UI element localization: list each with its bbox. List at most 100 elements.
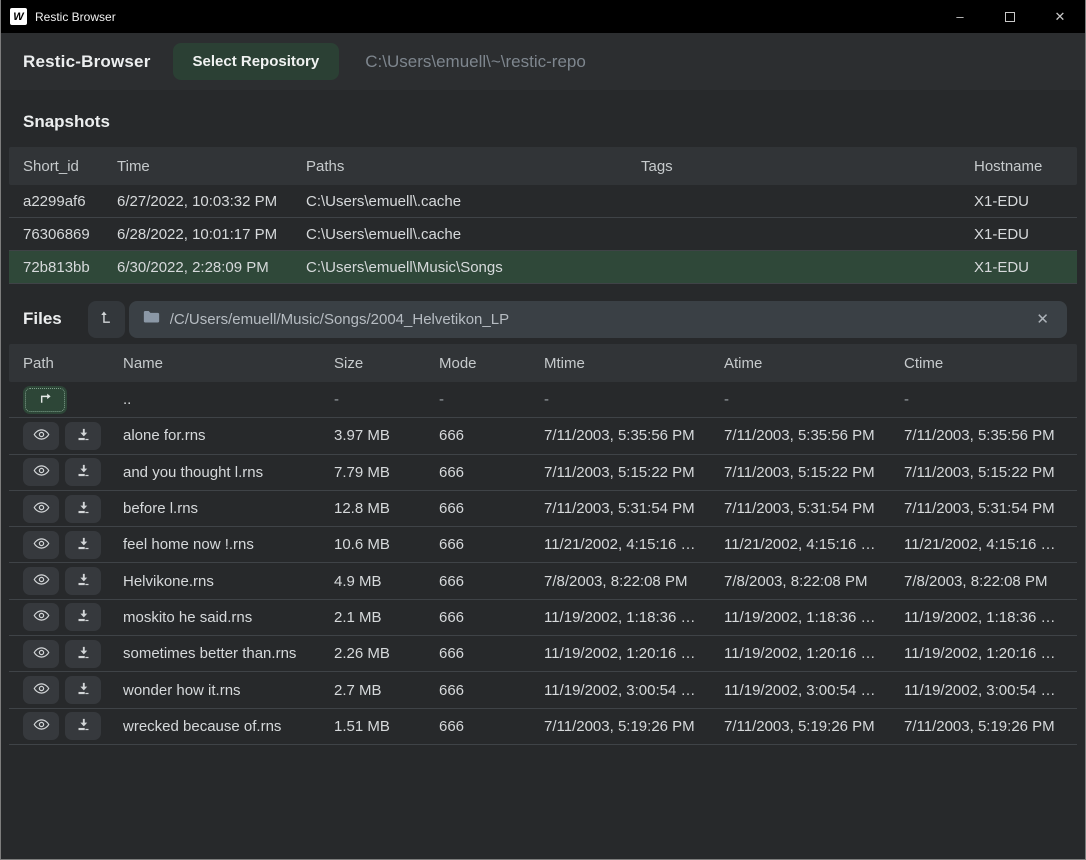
download-icon (76, 536, 91, 554)
repository-path: C:\Users\emuell\~\restic-repo (365, 52, 586, 72)
current-path-text: /C/Users/emuell/Music/Songs/2004_Helveti… (170, 311, 1033, 328)
file-name: sometimes better than.rns (123, 645, 334, 662)
titlebar: W Restic Browser – ✕ (1, 0, 1085, 33)
view-file-button[interactable] (23, 422, 59, 450)
close-button[interactable]: ✕ (1035, 0, 1085, 33)
maximize-button[interactable] (985, 0, 1035, 33)
app-header: Restic-Browser Select Repository C:\User… (1, 33, 1085, 90)
snapshot-hostname: X1-EDU (974, 226, 1077, 243)
download-file-button[interactable] (65, 640, 101, 668)
download-file-button[interactable] (65, 422, 101, 450)
view-file-button[interactable] (23, 603, 59, 631)
snapshot-hostname: X1-EDU (974, 193, 1077, 210)
file-atime: 11/19/2002, 3:00:54 … (724, 682, 904, 699)
app-title: Restic-Browser (23, 52, 151, 72)
files-heading: Files (23, 309, 62, 329)
snapshot-paths: C:\Users\emuell\.cache (306, 193, 641, 210)
snapshot-short-id: 72b813bb (9, 259, 117, 276)
up-level-button[interactable] (88, 301, 125, 338)
snapshot-hostname: X1-EDU (974, 259, 1077, 276)
clear-path-button[interactable]: ✕ (1032, 308, 1053, 330)
snapshot-row[interactable]: a2299af6 6/27/2022, 10:03:32 PM C:\Users… (9, 185, 1077, 218)
column-header-path: Path (9, 355, 123, 372)
view-file-button[interactable] (23, 640, 59, 668)
minimize-button[interactable]: – (935, 0, 985, 33)
window-title: Restic Browser (35, 10, 116, 24)
view-file-button[interactable] (23, 567, 59, 595)
view-file-button[interactable] (23, 531, 59, 559)
eye-icon (33, 680, 50, 700)
file-mode: 666 (439, 573, 544, 590)
file-ctime: 11/19/2002, 1:18:36 … (904, 609, 1077, 626)
eye-icon (33, 499, 50, 519)
eye-icon (33, 716, 50, 736)
eye-icon (33, 571, 50, 591)
download-file-button[interactable] (65, 676, 101, 704)
folder-icon (143, 310, 160, 329)
app-window: W Restic Browser – ✕ Restic-Browser Sele… (0, 0, 1086, 860)
view-file-button[interactable] (23, 676, 59, 704)
current-path-bar[interactable]: /C/Users/emuell/Music/Songs/2004_Helveti… (129, 301, 1067, 338)
snapshot-short-id: 76306869 (9, 226, 117, 243)
go-parent-directory-button[interactable] (23, 386, 67, 414)
column-header-time: Time (117, 158, 306, 175)
download-file-button[interactable] (65, 603, 101, 631)
file-size: 2.26 MB (334, 645, 439, 662)
file-size: - (334, 391, 439, 408)
file-atime: 11/21/2002, 4:15:16 … (724, 536, 904, 553)
file-ctime: 7/11/2003, 5:15:22 PM (904, 464, 1077, 481)
snapshot-row-selected[interactable]: 72b813bb 6/30/2022, 2:28:09 PM C:\Users\… (9, 251, 1077, 284)
file-mode: 666 (439, 609, 544, 626)
file-atime: 7/11/2003, 5:15:22 PM (724, 464, 904, 481)
file-size: 7.79 MB (334, 464, 439, 481)
snapshot-paths: C:\Users\emuell\Music\Songs (306, 259, 641, 276)
column-header-tags: Tags (641, 158, 974, 175)
file-name: feel home now !.rns (123, 536, 334, 553)
download-file-button[interactable] (65, 495, 101, 523)
file-ctime: 7/8/2003, 8:22:08 PM (904, 573, 1077, 590)
select-repository-button[interactable]: Select Repository (173, 43, 340, 80)
file-atime: - (724, 391, 904, 408)
file-row: sometimes better than.rns 2.26 MB 666 11… (9, 636, 1077, 672)
column-header-mtime: Mtime (544, 355, 724, 372)
up-level-icon (98, 309, 115, 329)
download-file-button[interactable] (65, 712, 101, 740)
file-mode: 666 (439, 500, 544, 517)
file-size: 1.51 MB (334, 718, 439, 735)
view-file-button[interactable] (23, 495, 59, 523)
download-file-button[interactable] (65, 458, 101, 486)
column-header-ctime: Ctime (904, 355, 1077, 372)
file-ctime: 11/19/2002, 1:20:16 … (904, 645, 1077, 662)
file-row: wrecked because of.rns 1.51 MB 666 7/11/… (9, 709, 1077, 745)
file-mtime: 7/11/2003, 5:31:54 PM (544, 500, 724, 517)
file-name: Helvikone.rns (123, 573, 334, 590)
file-mode: 666 (439, 464, 544, 481)
eye-icon (33, 535, 50, 555)
file-name: wonder how it.rns (123, 682, 334, 699)
download-file-button[interactable] (65, 567, 101, 595)
file-ctime: 7/11/2003, 5:19:26 PM (904, 718, 1077, 735)
file-mode: 666 (439, 536, 544, 553)
view-file-button[interactable] (23, 458, 59, 486)
corner-up-right-arrow-icon (37, 390, 54, 410)
file-mode: - (439, 391, 544, 408)
files-table: Path Name Size Mode Mtime Atime Ctime ..… (9, 344, 1077, 745)
file-name: .. (123, 391, 334, 408)
file-ctime: 11/19/2002, 3:00:54 … (904, 682, 1077, 699)
file-mode: 666 (439, 718, 544, 735)
download-icon (76, 427, 91, 445)
eye-icon (33, 644, 50, 664)
file-row: wonder how it.rns 2.7 MB 666 11/19/2002,… (9, 672, 1077, 708)
snapshot-row[interactable]: 76306869 6/28/2022, 10:01:17 PM C:\Users… (9, 218, 1077, 251)
file-mtime: 11/19/2002, 3:00:54 … (544, 682, 724, 699)
file-atime: 7/11/2003, 5:31:54 PM (724, 500, 904, 517)
file-size: 3.97 MB (334, 427, 439, 444)
download-file-button[interactable] (65, 531, 101, 559)
file-atime: 7/11/2003, 5:19:26 PM (724, 718, 904, 735)
view-file-button[interactable] (23, 712, 59, 740)
files-table-header: Path Name Size Mode Mtime Atime Ctime (9, 344, 1077, 382)
download-icon (76, 572, 91, 590)
file-mode: 666 (439, 427, 544, 444)
column-header-short-id: Short_id (9, 158, 117, 175)
snapshots-table-header: Short_id Time Paths Tags Hostname (9, 147, 1077, 185)
